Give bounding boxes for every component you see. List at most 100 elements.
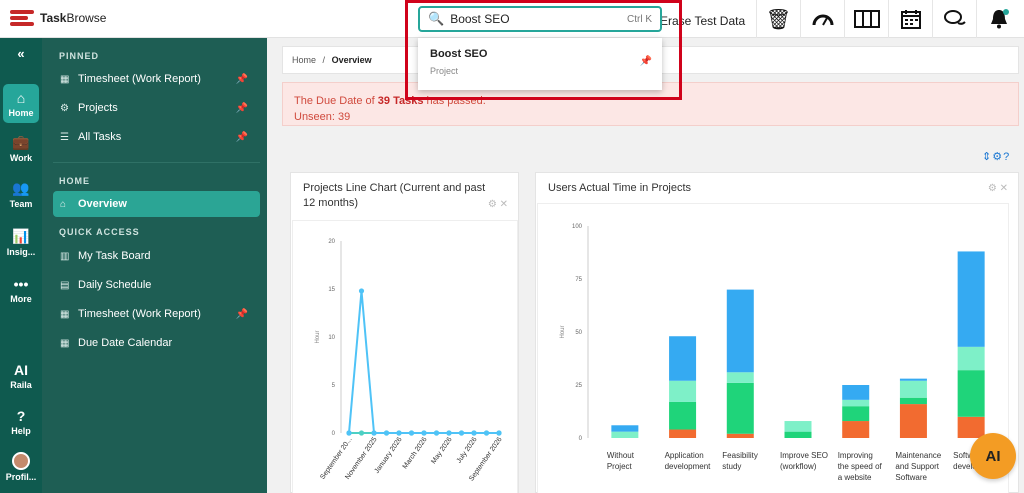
data-point — [458, 430, 465, 436]
bar-chart-card: Users Actual Time in Projects ⚙ ✕ 0 25 50 7… — [535, 172, 1019, 493]
calendar-icon: ▦ — [60, 337, 70, 349]
bar-segment — [726, 372, 754, 383]
rail-item-work[interactable]: 💼 Work — [0, 134, 42, 163]
sidebar-item-daily-schedule[interactable]: ▤ Daily Schedule — [53, 272, 260, 298]
bar-segment — [899, 378, 927, 381]
sidebar-item-projects[interactable]: ⚙ Projects 📌 — [53, 95, 260, 121]
app-name: TaskBrowse — [40, 11, 107, 25]
briefcase-icon: 💼 — [12, 134, 30, 150]
data-point — [358, 288, 365, 294]
chat-icon[interactable] — [932, 0, 976, 38]
settings-icon[interactable]: ⚙ — [988, 183, 997, 194]
home-icon: ⌂ — [16, 90, 26, 106]
x-tick-label: Without Project — [607, 451, 635, 471]
unseen-count: Unseen: 39 — [294, 111, 351, 123]
pin-icon[interactable]: 📌 — [236, 103, 248, 114]
search-input[interactable] — [450, 12, 627, 26]
x-tick-label: Improving the speed of a website — [838, 451, 883, 482]
pin-icon[interactable]: 📌 — [236, 309, 248, 320]
columns-icon[interactable] — [844, 0, 888, 38]
bar-segment — [899, 397, 927, 405]
logo-icon — [10, 10, 34, 26]
rail-item-insights[interactable]: 📊 Insig... — [0, 228, 42, 257]
insights-icon: 📊 — [12, 228, 30, 244]
erase-test-data-link[interactable]: Erase Test Data — [660, 14, 745, 28]
trash-icon[interactable]: 🗑 — [756, 0, 800, 38]
dashboard-icon[interactable] — [800, 0, 844, 38]
projects-icon: ⚙ — [60, 102, 69, 114]
list-icon: ☰ — [60, 131, 69, 143]
y-tick-label: 25 — [575, 383, 582, 389]
sidebar-item-timesheet[interactable]: ▦ Timesheet (Work Report) 📌 — [53, 66, 260, 92]
help-icon: ? — [16, 408, 26, 424]
sidebar-item-overview[interactable]: ⌂ Overview — [53, 191, 260, 217]
bar-segment — [957, 370, 985, 417]
breadcrumb-home[interactable]: Home — [292, 55, 316, 65]
bar-segment — [842, 399, 870, 407]
data-point — [421, 430, 427, 436]
bar-segment — [957, 251, 985, 347]
settings-icon[interactable]: ⚙ — [488, 199, 497, 210]
bar-segment — [669, 380, 697, 402]
card-title: Projects Line Chart (Current and past 12… — [303, 182, 486, 209]
rail-item-more[interactable]: ••• More — [0, 276, 42, 304]
data-point — [408, 430, 415, 436]
bar-segment — [957, 346, 985, 371]
pin-icon[interactable]: 📌 — [236, 132, 248, 143]
settings-icon[interactable]: ⚙ — [992, 151, 1003, 163]
bar-segment — [726, 289, 754, 373]
y-axis-label: Hour — [315, 330, 321, 343]
data-point — [433, 430, 440, 436]
calendar-icon[interactable] — [888, 0, 932, 38]
x-tick-label: Improve SEO (workflow) — [780, 451, 828, 471]
x-tick-label: Maintenance and Support Software — [895, 451, 941, 482]
data-point — [396, 430, 402, 436]
bar-segment — [842, 406, 870, 422]
close-icon[interactable]: ✕ — [500, 199, 508, 210]
bar-segment — [899, 404, 927, 438]
bar-segment — [611, 425, 639, 432]
sidebar-item-all-tasks[interactable]: ☰ All Tasks 📌 — [53, 124, 260, 150]
data-point — [496, 430, 502, 436]
breadcrumb-current: Overview — [331, 55, 372, 65]
data-point — [346, 430, 352, 436]
more-icon: ••• — [13, 276, 29, 292]
rail-item-profile[interactable]: Profil... — [0, 452, 42, 482]
bar-segment — [726, 382, 754, 434]
ai-icon: AI — [14, 362, 28, 378]
y-tick-label: 10 — [328, 335, 335, 341]
collapse-button[interactable]: « — [0, 46, 42, 61]
bar-segment — [842, 385, 870, 400]
line-chart-area: 0 5 10 15 20 Hour September 20... November 2025… — [292, 220, 518, 493]
rail-item-raila[interactable]: AI Raila — [0, 362, 42, 390]
overdue-count-link[interactable]: 39 Tasks — [378, 95, 424, 107]
data-point — [471, 430, 477, 436]
sidebar-item-due-date-calendar[interactable]: ▦ Due Date Calendar — [53, 330, 260, 356]
y-tick-label: 50 — [575, 330, 582, 336]
sort-icon[interactable]: ⇕ — [982, 151, 992, 163]
card-controls: ⚙ ✕ — [988, 183, 1008, 194]
calendar-icon: ▦ — [60, 73, 70, 85]
sidebar-item-task-board[interactable]: ▥ My Task Board — [53, 243, 260, 269]
x-tick-label: Feasibility study — [722, 451, 758, 471]
bar-chart-area: 0 25 50 75 100 Hour Without Project Application d… — [537, 203, 1009, 493]
pin-icon[interactable]: 📌 — [640, 56, 652, 67]
y-tick-label: 100 — [572, 224, 583, 230]
pin-icon[interactable]: 📌 — [236, 74, 248, 85]
calendar-icon: ▦ — [60, 308, 70, 320]
rail-item-team[interactable]: 👥 Team — [0, 180, 42, 209]
bar-segment — [669, 336, 697, 381]
close-icon[interactable]: ✕ — [1000, 183, 1008, 194]
ai-assistant-button[interactable]: AI — [970, 433, 1016, 479]
bar-segment — [611, 431, 639, 438]
search-result-type: Project — [430, 66, 459, 76]
help-icon[interactable]: ? — [1003, 151, 1010, 163]
bell-icon[interactable] — [976, 0, 1020, 38]
sidebar-item-timesheet-quick[interactable]: ▦ Timesheet (Work Report) 📌 — [53, 301, 260, 327]
rail-item-home[interactable]: ⌂ Home — [3, 84, 39, 123]
search-result-item[interactable]: Boost SEO Project 📌 — [418, 38, 662, 90]
app-logo[interactable]: TaskBrowse — [10, 10, 106, 26]
bar-segment — [784, 431, 812, 438]
rail-item-help[interactable]: ? Help — [0, 408, 42, 436]
bar-chart: 0 25 50 75 100 Hour Without Project Application d… — [560, 224, 988, 482]
